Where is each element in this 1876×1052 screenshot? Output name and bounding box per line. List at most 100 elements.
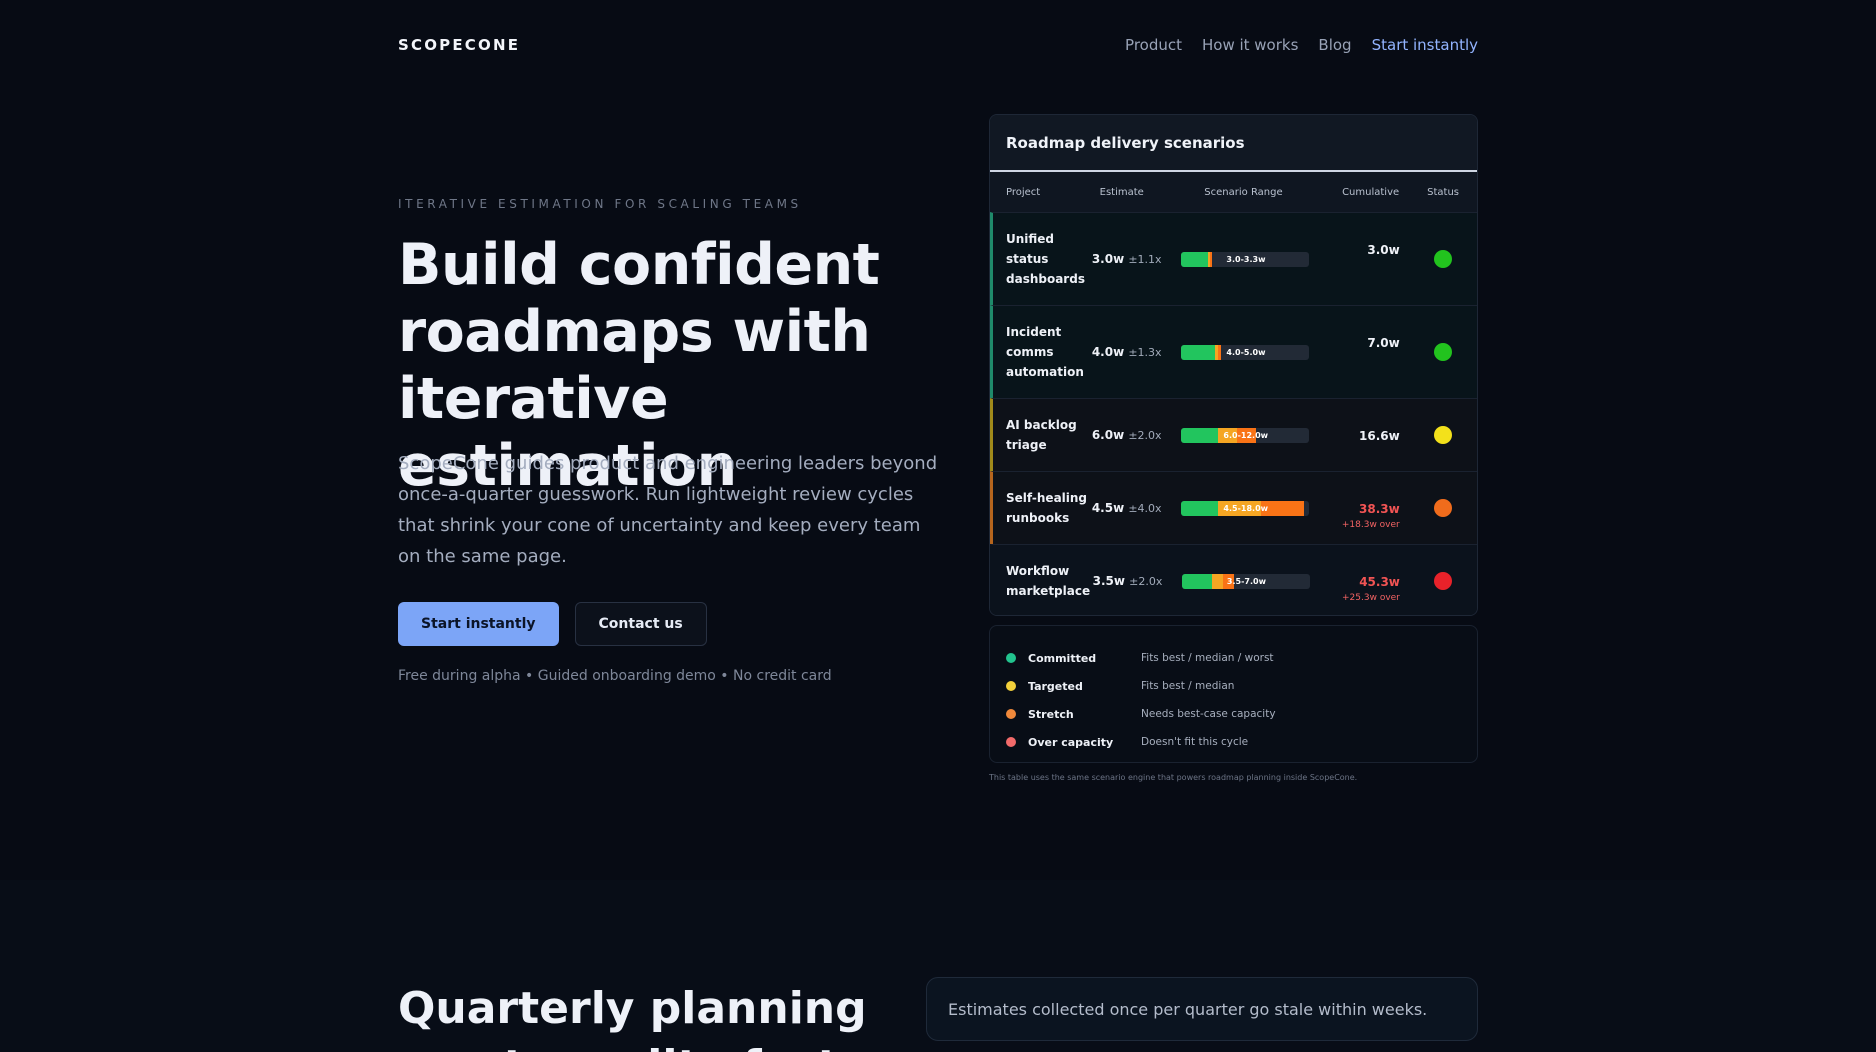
estimate-value: 4.5w <box>1091 501 1125 515</box>
legend-name: Targeted <box>1028 679 1083 693</box>
estimate-factor: ±1.1x <box>1128 253 1162 266</box>
estimate-value: 6.0w <box>1091 428 1125 442</box>
top-nav: SCOPECONE Product How it works Blog Star… <box>398 30 1478 60</box>
estimate-factor: ±1.3x <box>1128 346 1162 359</box>
nav-links: Product How it works Blog Start instantl… <box>1125 36 1478 54</box>
start-instantly-button[interactable]: Start instantly <box>398 602 559 646</box>
over-capacity-note: +25.3w over <box>1342 593 1400 603</box>
cumulative-cell: 3.0w <box>1325 213 1410 257</box>
legend-item: Stretch Needs best-case capacity <box>1006 700 1461 728</box>
col-header-project: Project <box>1006 186 1041 198</box>
range-label: 4.0-5.0w <box>1226 347 1266 357</box>
cumulative-value: 38.3w <box>1359 502 1400 516</box>
range-label: 3.0-3.3w <box>1226 254 1266 264</box>
cumulative-value: 7.0w <box>1367 336 1400 350</box>
table-body: Unified status dashboards 3.0w ±1.1x 3.0… <box>990 212 1477 615</box>
scenario-range-bar: 6.0-12.0w <box>1181 427 1310 443</box>
status-dot <box>1434 250 1453 268</box>
legend-dot <box>1006 653 1016 663</box>
estimate-cell: 3.0w ±1.1x <box>1087 252 1166 266</box>
brand-logo[interactable]: SCOPECONE <box>398 36 520 54</box>
legend-dot <box>1006 737 1016 747</box>
status-dot <box>1434 343 1453 361</box>
scenario-range-bar: 4.5-18.0w <box>1181 500 1310 516</box>
status-cell <box>1410 426 1477 444</box>
status-dot <box>1434 426 1453 444</box>
contact-us-button[interactable]: Contact us <box>574 602 707 646</box>
cumulative-cell: 16.6w <box>1325 399 1410 443</box>
estimate-cell: 4.5w ±4.0x <box>1087 501 1166 515</box>
table-row[interactable]: Incident comms automation 4.0w ±1.3x 4.0… <box>990 305 1477 398</box>
legend-name: Over capacity <box>1028 735 1114 749</box>
status-dot <box>1434 572 1453 590</box>
range-cell: 4.5-18.0w <box>1166 500 1324 516</box>
legend-dot <box>1006 709 1016 719</box>
legend-item: Over capacity Doesn't fit this cycle <box>1006 728 1461 756</box>
scenario-range-bar: 4.0-5.0w <box>1181 344 1310 360</box>
estimate-factor: ±2.0x <box>1128 429 1162 442</box>
range-cell: 3.5-7.0w <box>1167 573 1325 589</box>
table-header: Project Estimate Scenario Range Cumulati… <box>990 172 1477 212</box>
status-cell <box>1410 250 1477 268</box>
range-label: 3.5-7.0w <box>1226 576 1266 586</box>
cumulative-value: 3.0w <box>1367 243 1400 257</box>
range-cell: 6.0-12.0w <box>1166 427 1324 443</box>
legend-name: Committed <box>1028 651 1097 665</box>
status-cell <box>1410 499 1477 517</box>
project-name: Workflow marketplace <box>1006 564 1091 598</box>
legend-dot <box>1006 681 1016 691</box>
range-cell: 4.0-5.0w <box>1166 344 1324 360</box>
col-header-cumulative: Cumulative <box>1342 186 1400 198</box>
col-header-status: Status <box>1427 186 1459 198</box>
estimate-value: 4.0w <box>1091 345 1125 359</box>
table-row[interactable]: Workflow marketplace 3.5w ±2.0x 3.5-7.0w… <box>990 544 1477 615</box>
project-name: Self-healing runbooks <box>1006 491 1088 525</box>
legend-description: Fits best / median / worst <box>1141 652 1274 664</box>
status-legend: Committed Fits best / median / worst Tar… <box>989 625 1478 763</box>
range-label: 4.5-18.0w <box>1223 503 1269 513</box>
hero-actions: Start instantly Contact us <box>398 602 707 646</box>
scenario-range-bar: 3.0-3.3w <box>1181 251 1310 267</box>
status-cell <box>1410 343 1477 361</box>
hero-fine-print: Free during alpha • Guided onboarding de… <box>398 668 832 684</box>
status-cell <box>1410 572 1477 590</box>
table-row[interactable]: AI backlog triage 6.0w ±2.0x 6.0-12.0w 1… <box>990 398 1477 471</box>
table-row[interactable]: Unified status dashboards 3.0w ±1.1x 3.0… <box>990 212 1477 305</box>
cumulative-value: 45.3w <box>1359 575 1400 589</box>
range-label: 6.0-12.0w <box>1223 430 1269 440</box>
hero-eyebrow: ITERATIVE ESTIMATION FOR SCALING TEAMS <box>398 197 802 211</box>
scenario-range-bar: 3.5-7.0w <box>1181 573 1310 589</box>
scenario-table-title: Roadmap delivery scenarios <box>990 115 1477 172</box>
nav-how-it-works-link[interactable]: How it works <box>1202 36 1298 54</box>
nav-product-link[interactable]: Product <box>1125 36 1182 54</box>
estimate-cell: 3.5w ±2.0x <box>1088 574 1167 588</box>
nav-blog-link[interactable]: Blog <box>1318 36 1351 54</box>
over-capacity-note: +18.3w over <box>1341 520 1400 530</box>
legend-item: Committed Fits best / median / worst <box>1006 644 1461 672</box>
legend-description: Fits best / median <box>1141 680 1235 692</box>
col-header-estimate: Estimate <box>1099 186 1144 198</box>
col-header-range: Scenario Range <box>1204 186 1283 198</box>
planning-section-title: Quarterly planning meets reality fast <box>398 983 867 1052</box>
cumulative-value: 16.6w <box>1359 429 1400 443</box>
nav-start-instantly-link[interactable]: Start instantly <box>1372 36 1478 54</box>
estimate-factor: ±4.0x <box>1128 502 1162 515</box>
cumulative-cell: 38.3w +18.3w over <box>1325 472 1410 530</box>
project-name: Incident comms automation <box>1006 325 1084 379</box>
estimate-cell: 6.0w ±2.0x <box>1087 428 1166 442</box>
table-footnote: This table uses the same scenario engine… <box>989 773 1358 782</box>
legend-item: Targeted Fits best / median <box>1006 672 1461 700</box>
estimate-cell: 4.0w ±1.3x <box>1087 345 1166 359</box>
legend-description: Doesn't fit this cycle <box>1141 736 1249 748</box>
cumulative-cell: 45.3w +25.3w over <box>1325 545 1410 603</box>
table-row[interactable]: Self-healing runbooks 4.5w ±4.0x 4.5-18.… <box>990 471 1477 544</box>
planning-problem-card: Estimates collected once per quarter go … <box>926 977 1478 1041</box>
project-name: Unified status dashboards <box>1006 232 1085 286</box>
scenario-table-card: Roadmap delivery scenarios Project Estim… <box>989 114 1478 616</box>
legend-name: Stretch <box>1028 707 1074 721</box>
hero-subtitle: ScopeCone guides product and engineering… <box>398 453 938 567</box>
estimate-value: 3.0w <box>1091 252 1125 266</box>
cumulative-cell: 7.0w <box>1325 306 1410 350</box>
project-name: AI backlog triage <box>1006 418 1077 452</box>
range-cell: 3.0-3.3w <box>1166 251 1324 267</box>
